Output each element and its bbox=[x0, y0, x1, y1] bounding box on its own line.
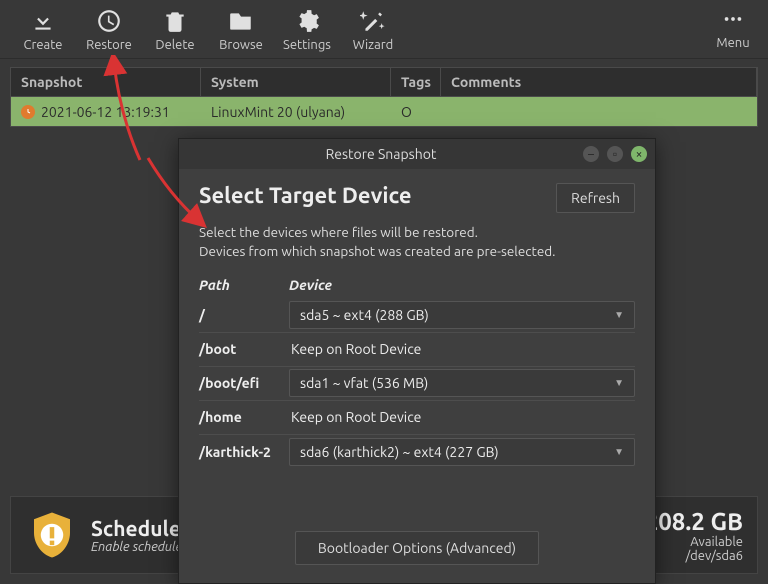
path-label: /karthick-2 bbox=[199, 444, 289, 460]
bootloader-options-button[interactable]: Bootloader Options (Advanced) bbox=[295, 531, 539, 565]
refresh-button[interactable]: Refresh bbox=[556, 183, 635, 213]
dialog-titlebar[interactable]: Restore Snapshot – ▫ × bbox=[179, 139, 655, 169]
trash-icon bbox=[162, 8, 188, 34]
device-rows: / sda5 ~ ext4 (288 GB)▼ /boot Keep on Ro… bbox=[199, 299, 635, 469]
disk-avail: Available bbox=[645, 535, 743, 549]
create-label: Create bbox=[23, 38, 62, 52]
window-close-icon[interactable]: × bbox=[631, 146, 647, 162]
hamburger-icon bbox=[722, 8, 744, 30]
browse-label: Browse bbox=[219, 38, 263, 52]
dialog-description: Select the devices where files will be r… bbox=[199, 223, 635, 261]
device-value: Keep on Root Device bbox=[289, 341, 635, 357]
dialog-title: Restore Snapshot bbox=[187, 146, 575, 162]
device-row: /karthick-2 sda6 (karthick2) ~ ext4 (227… bbox=[199, 435, 635, 469]
main-toolbar: Create Restore Delete Browse Settings Wi… bbox=[0, 0, 768, 59]
device-row: / sda5 ~ ext4 (288 GB)▼ bbox=[199, 299, 635, 333]
path-label: /boot bbox=[199, 341, 289, 357]
gear-icon bbox=[294, 8, 320, 34]
dialog-heading: Select Target Device bbox=[199, 183, 412, 208]
path-label: /boot/efi bbox=[199, 375, 289, 391]
folder-icon bbox=[228, 8, 254, 34]
chevron-down-icon: ▼ bbox=[614, 446, 624, 458]
chevron-down-icon: ▼ bbox=[614, 309, 624, 321]
col-snapshot[interactable]: Snapshot bbox=[11, 68, 201, 96]
browse-button[interactable]: Browse bbox=[208, 8, 274, 52]
device-row: /home Keep on Root Device bbox=[199, 401, 635, 435]
create-button[interactable]: Create bbox=[10, 8, 76, 52]
snapshot-table: Snapshot System Tags Comments 2021-06-12… bbox=[0, 59, 768, 127]
wizard-button[interactable]: Wizard bbox=[340, 8, 406, 52]
row-snapshot: 2021-06-12 13:19:31 bbox=[41, 104, 170, 120]
window-maximize-icon[interactable]: ▫ bbox=[607, 146, 623, 162]
device-columns: Path Device bbox=[199, 277, 635, 293]
device-row: /boot Keep on Root Device bbox=[199, 333, 635, 367]
row-tags: O bbox=[391, 104, 441, 120]
restore-dialog: Restore Snapshot – ▫ × Select Target Dev… bbox=[178, 138, 656, 584]
device-value: Keep on Root Device bbox=[289, 409, 635, 425]
wizard-label: Wizard bbox=[353, 38, 394, 52]
delete-label: Delete bbox=[155, 38, 194, 52]
col-tags[interactable]: Tags bbox=[391, 68, 441, 96]
window-minimize-icon[interactable]: – bbox=[583, 146, 599, 162]
col-path-label: Path bbox=[199, 277, 289, 293]
settings-label: Settings bbox=[283, 38, 331, 52]
disk-block: 208.2 GB Available /dev/sda6 bbox=[645, 508, 743, 563]
snapshot-icon bbox=[21, 105, 35, 119]
col-device-label: Device bbox=[289, 277, 332, 293]
device-row: /boot/efi sda1 ~ vfat (536 MB)▼ bbox=[199, 367, 635, 401]
settings-button[interactable]: Settings bbox=[274, 8, 340, 52]
col-system[interactable]: System bbox=[201, 68, 391, 96]
path-label: / bbox=[199, 307, 289, 323]
col-comments[interactable]: Comments bbox=[441, 68, 757, 96]
device-combo[interactable]: sda1 ~ vfat (536 MB)▼ bbox=[289, 369, 635, 397]
disk-size: 208.2 GB bbox=[645, 508, 743, 535]
wand-icon bbox=[360, 8, 386, 34]
table-header: Snapshot System Tags Comments bbox=[10, 67, 758, 97]
delete-button[interactable]: Delete bbox=[142, 8, 208, 52]
download-icon bbox=[30, 8, 56, 34]
disk-dev: /dev/sda6 bbox=[645, 549, 743, 563]
chevron-down-icon: ▼ bbox=[614, 377, 624, 389]
path-label: /home bbox=[199, 409, 289, 425]
row-system: LinuxMint 20 (ulyana) bbox=[201, 104, 391, 120]
restore-label: Restore bbox=[86, 38, 132, 52]
restore-button[interactable]: Restore bbox=[76, 8, 142, 52]
menu-label: Menu bbox=[716, 36, 749, 50]
device-combo[interactable]: sda6 (karthick2) ~ ext4 (227 GB)▼ bbox=[289, 438, 635, 466]
clock-icon bbox=[96, 8, 122, 34]
menu-button[interactable]: Menu bbox=[708, 8, 758, 50]
table-row[interactable]: 2021-06-12 13:19:31 LinuxMint 20 (ulyana… bbox=[10, 97, 758, 127]
shield-warning-icon bbox=[25, 508, 79, 562]
device-combo[interactable]: sda5 ~ ext4 (288 GB)▼ bbox=[289, 301, 635, 329]
